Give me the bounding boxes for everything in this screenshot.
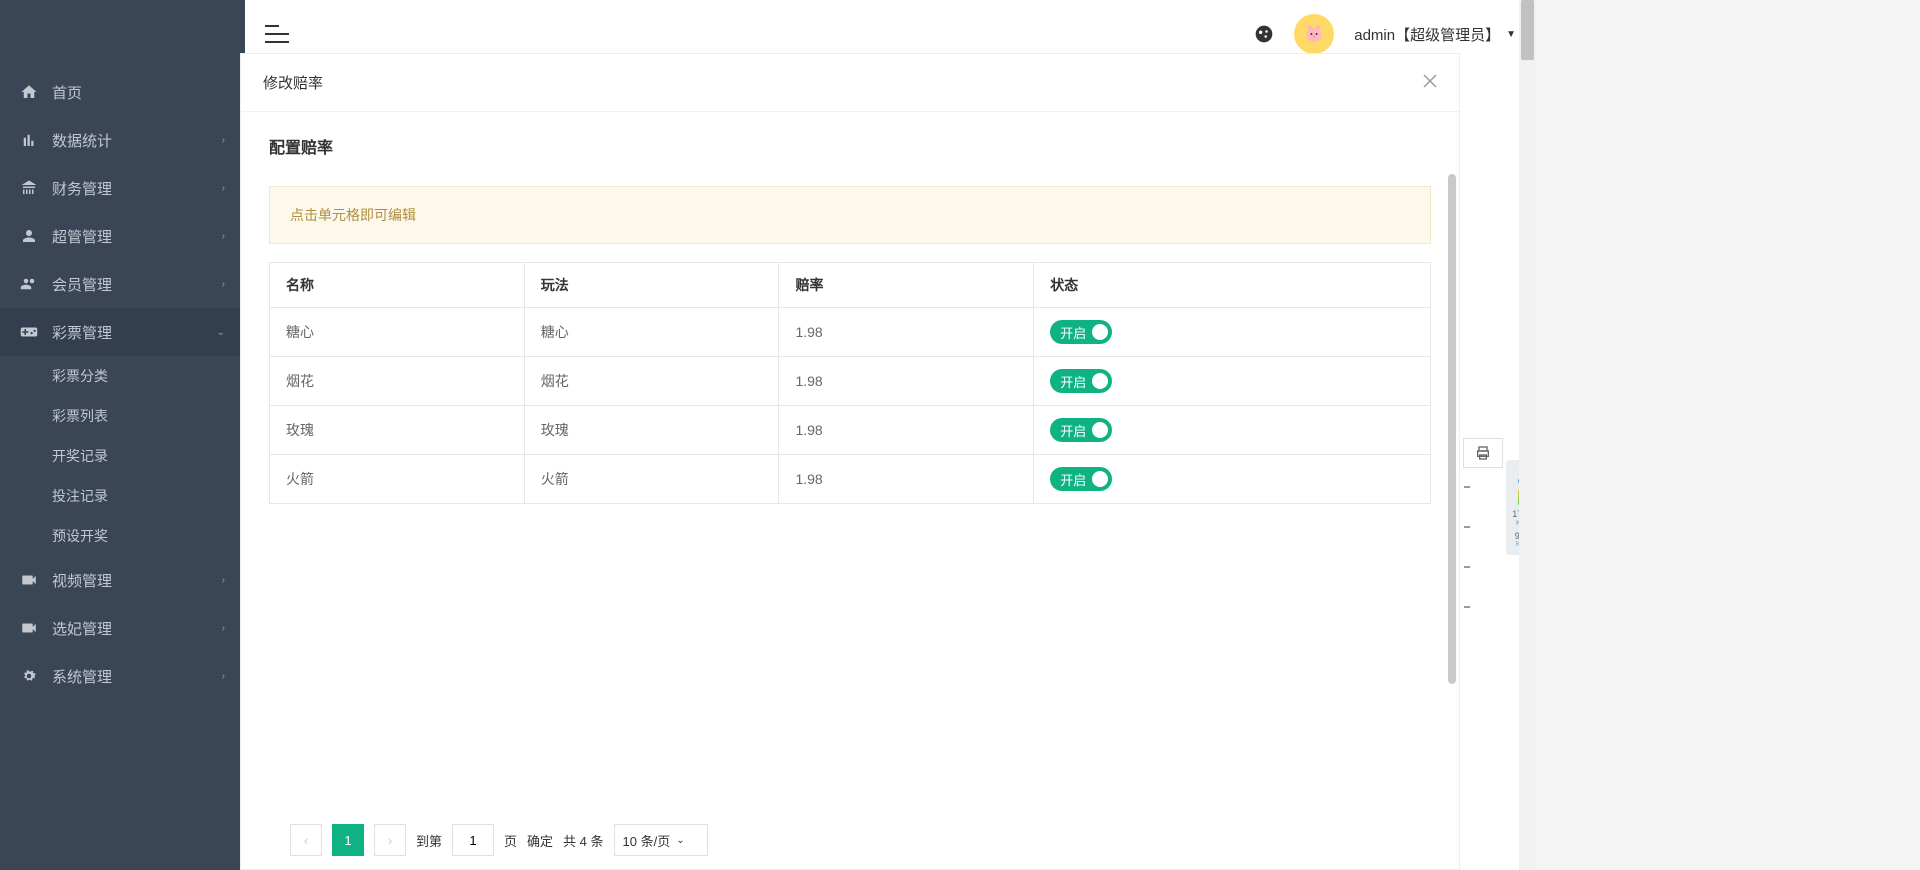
cell-name[interactable]: 糖心 — [270, 308, 525, 357]
sidebar-item-stats[interactable]: 数据统计 › — [0, 116, 245, 164]
page-number-button[interactable]: 1 — [332, 824, 364, 856]
page-scrollbar[interactable] — [1519, 0, 1536, 870]
page-next-button[interactable]: › — [374, 824, 406, 856]
cell-status: 开启 — [1034, 406, 1431, 455]
cell-rate[interactable]: 1.98 — [779, 308, 1034, 357]
pagination: ‹ 1 › 到第 页 确定 共 4 条 10 条/页 ⌄ — [260, 810, 1496, 870]
video-icon — [20, 571, 38, 589]
cell-play[interactable]: 烟花 — [524, 357, 779, 406]
sidebar-item-label: 选妃管理 — [52, 618, 222, 639]
modal-header: 修改赔率 — [241, 54, 1459, 112]
home-icon — [20, 83, 38, 101]
sidebar-item-label: 数据统计 — [52, 130, 222, 151]
page-label: 页 — [504, 831, 517, 850]
user-icon — [20, 227, 38, 245]
chevron-down-icon: ⌄ — [676, 835, 684, 846]
odds-table: 名称 玩法 赔率 状态 糖心糖心1.98开启烟花烟花1.98开启玫瑰玫瑰1.98… — [269, 262, 1431, 504]
sidebar-item-label: 视频管理 — [52, 570, 222, 591]
col-name: 名称 — [270, 263, 525, 308]
sidebar-sub-bet[interactable]: 投注记录 — [0, 476, 245, 516]
chevron-right-icon: › — [222, 279, 225, 290]
chevron-right-icon: › — [222, 135, 225, 146]
sidebar-item-label: 首页 — [52, 82, 225, 103]
sidebar-item-lottery[interactable]: 彩票管理 ⌄ — [0, 308, 245, 356]
goto-label: 到第 — [416, 831, 442, 850]
sidebar-item-finance[interactable]: 财务管理 › — [0, 164, 245, 212]
bg-row-actions — [1464, 486, 1476, 608]
chevron-right-icon: › — [222, 671, 225, 682]
theme-icon[interactable] — [1254, 24, 1274, 44]
status-toggle[interactable]: 开启 — [1050, 467, 1112, 491]
page-input[interactable] — [452, 824, 494, 856]
sidebar-sub-list[interactable]: 彩票列表 — [0, 396, 245, 436]
gear-icon — [20, 667, 38, 685]
sidebar-item-label: 彩票管理 — [52, 322, 217, 343]
sidebar-item-label: 财务管理 — [52, 178, 222, 199]
modal-scrollbar[interactable] — [1448, 174, 1456, 704]
cell-play[interactable]: 火箭 — [524, 455, 779, 504]
chevron-right-icon: › — [222, 231, 225, 242]
modal-body: 配置赔率 点击单元格即可编辑 名称 玩法 赔率 状态 糖心糖心1.98开启烟花烟… — [241, 112, 1459, 869]
cell-rate[interactable]: 1.98 — [779, 455, 1034, 504]
cell-rate[interactable]: 1.98 — [779, 406, 1034, 455]
section-title: 配置赔率 — [269, 134, 1431, 158]
status-toggle[interactable]: 开启 — [1050, 320, 1112, 344]
cell-name[interactable]: 玫瑰 — [270, 406, 525, 455]
sidebar-item-admin[interactable]: 超管管理 › — [0, 212, 245, 260]
confirm-button[interactable]: 确定 — [527, 831, 553, 850]
sidebar: 首页 数据统计 › 财务管理 › 超管管理 › 会员管理 › 彩票管理 ⌄ 彩票… — [0, 0, 245, 870]
status-toggle[interactable]: 开启 — [1050, 418, 1112, 442]
total-label: 共 4 条 — [563, 831, 603, 850]
cell-status: 开启 — [1034, 308, 1431, 357]
sidebar-item-system[interactable]: 系统管理 › — [0, 652, 245, 700]
cell-name[interactable]: 火箭 — [270, 455, 525, 504]
table-row: 糖心糖心1.98开启 — [270, 308, 1431, 357]
cell-play[interactable]: 糖心 — [524, 308, 779, 357]
sidebar-sub-category[interactable]: 彩票分类 — [0, 356, 245, 396]
caret-down-icon: ▼ — [1506, 29, 1516, 40]
user-dropdown[interactable]: admin【超级管理员】 ▼ — [1354, 24, 1516, 45]
modal-title: 修改赔率 — [263, 72, 323, 93]
status-toggle[interactable]: 开启 — [1050, 369, 1112, 393]
chart-icon — [20, 131, 38, 149]
sidebar-sub-draw[interactable]: 开奖记录 — [0, 436, 245, 476]
video-icon — [20, 619, 38, 637]
chevron-down-icon: ⌄ — [217, 327, 225, 338]
col-status: 状态 — [1034, 263, 1431, 308]
cell-play[interactable]: 玫瑰 — [524, 406, 779, 455]
cell-name[interactable]: 烟花 — [270, 357, 525, 406]
sidebar-sub-preset[interactable]: 预设开奖 — [0, 516, 245, 556]
sidebar-item-label: 系统管理 — [52, 666, 222, 687]
user-label-text: admin【超级管理员】 — [1354, 24, 1500, 45]
chevron-right-icon: › — [222, 183, 225, 194]
page-prev-button[interactable]: ‹ — [290, 824, 322, 856]
table-row: 玫瑰玫瑰1.98开启 — [270, 406, 1431, 455]
modal-close-button[interactable] — [1423, 72, 1437, 93]
menu-toggle-button[interactable] — [265, 24, 289, 44]
sidebar-item-label: 超管管理 — [52, 226, 222, 247]
modal-edit-odds: 修改赔率 配置赔率 点击单元格即可编辑 名称 玩法 赔率 状态 糖心糖心1.98… — [240, 53, 1460, 870]
chevron-right-icon: › — [222, 575, 225, 586]
bank-icon — [20, 179, 38, 197]
print-button[interactable] — [1463, 438, 1503, 468]
col-play: 玩法 — [524, 263, 779, 308]
sidebar-item-label: 会员管理 — [52, 274, 222, 295]
tip-box: 点击单元格即可编辑 — [269, 186, 1431, 244]
cell-status: 开启 — [1034, 357, 1431, 406]
avatar[interactable] — [1294, 14, 1334, 54]
sidebar-item-members[interactable]: 会员管理 › — [0, 260, 245, 308]
sidebar-item-select[interactable]: 选妃管理 › — [0, 604, 245, 652]
sidebar-item-video[interactable]: 视频管理 › — [0, 556, 245, 604]
per-page-select[interactable]: 10 条/页 ⌄ — [614, 824, 708, 856]
cell-status: 开启 — [1034, 455, 1431, 504]
col-rate: 赔率 — [779, 263, 1034, 308]
table-row: 火箭火箭1.98开启 — [270, 455, 1431, 504]
table-row: 烟花烟花1.98开启 — [270, 357, 1431, 406]
cell-rate[interactable]: 1.98 — [779, 357, 1034, 406]
chevron-right-icon: › — [222, 623, 225, 634]
sidebar-item-home[interactable]: 首页 — [0, 68, 245, 116]
gamepad-icon — [20, 323, 38, 341]
users-icon — [20, 275, 38, 293]
